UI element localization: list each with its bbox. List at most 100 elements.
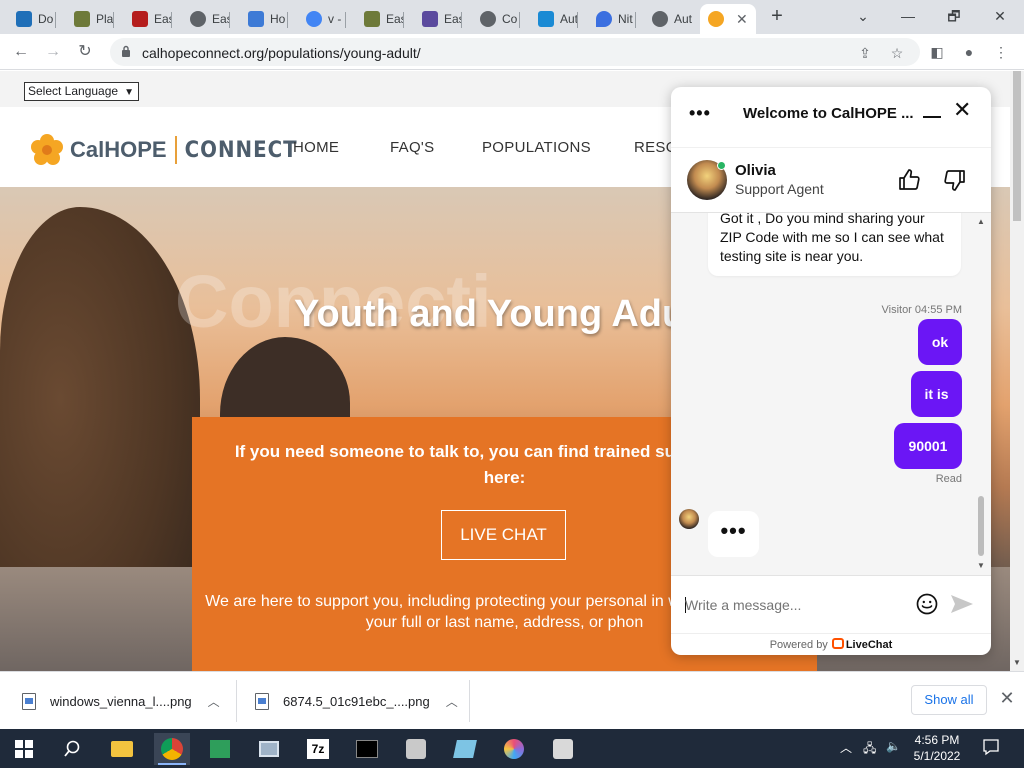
window-close-button[interactable]: ✕ xyxy=(980,4,1020,28)
app-icon[interactable] xyxy=(398,733,434,765)
flame-favicon-icon xyxy=(596,11,612,27)
calhope-logo[interactable]: CalHOPE CONNECT xyxy=(30,133,298,167)
visitor-timestamp: Visitor 04:55 PM xyxy=(881,304,962,316)
bookmark-star-icon[interactable]: ☆ xyxy=(888,44,906,62)
chat-more-options-icon[interactable]: ••• xyxy=(689,103,711,124)
search-icon[interactable] xyxy=(54,733,90,765)
app-icon[interactable] xyxy=(447,733,483,765)
browser-tab[interactable]: Aut xyxy=(530,4,578,34)
emoji-icon[interactable] xyxy=(915,592,939,616)
side-panel-icon[interactable]: ◧ xyxy=(928,43,946,61)
tab-favicon-icon xyxy=(364,11,380,27)
browser-tab[interactable]: Eas xyxy=(356,4,404,34)
reload-icon[interactable]: ↻ xyxy=(74,41,96,63)
download-bar: windows_vienna_l....png ︿ 6874.5_01c91eb… xyxy=(0,671,1024,729)
tab-close-icon[interactable]: ✕ xyxy=(736,11,748,28)
share-icon[interactable]: ⇪ xyxy=(856,44,874,62)
browser-tab[interactable]: Do xyxy=(8,4,56,34)
chat-scroll-down-icon[interactable]: ▼ xyxy=(977,561,985,570)
window-minimize-button[interactable]: — xyxy=(888,4,928,28)
browser-tab[interactable]: Aut xyxy=(644,4,692,34)
profile-avatar-icon[interactable]: ● xyxy=(960,43,978,61)
message-composer xyxy=(671,575,991,633)
menu-kebab-icon[interactable]: ⋮ xyxy=(992,43,1010,61)
browser-tab[interactable]: Eas xyxy=(182,4,230,34)
chevron-up-icon[interactable]: ︿ xyxy=(208,693,220,710)
browser-tab[interactable]: Pla xyxy=(66,4,114,34)
browser-tab-active[interactable]: ✕ xyxy=(700,4,756,34)
browser-tab[interactable]: Co xyxy=(472,4,520,34)
computer-icon[interactable] xyxy=(251,733,287,765)
app-icon[interactable] xyxy=(545,733,581,765)
7zip-icon[interactable]: 7z xyxy=(300,733,336,765)
tab-title: Ho xyxy=(270,12,286,26)
send-icon[interactable] xyxy=(949,592,975,616)
nav-home[interactable]: HOME xyxy=(293,139,339,156)
browser-tab[interactable]: Eas xyxy=(124,4,172,34)
show-hidden-icons-icon[interactable]: ︿ xyxy=(840,739,852,756)
livechat-logo-icon xyxy=(831,638,844,649)
tab-favicon-icon xyxy=(422,11,438,27)
chrome-icon[interactable] xyxy=(154,733,190,765)
chat-scrollbar-thumb[interactable] xyxy=(978,496,984,556)
scroll-down-arrow-icon[interactable]: ▼ xyxy=(1013,658,1021,667)
paint-icon[interactable] xyxy=(496,733,532,765)
forward-arrow-icon[interactable]: → xyxy=(42,41,64,63)
browser-tab[interactable]: v - xyxy=(298,4,346,34)
back-arrow-icon[interactable]: ← xyxy=(10,41,32,63)
notification-center-icon[interactable] xyxy=(982,738,1000,756)
nav-populations[interactable]: POPULATIONS xyxy=(482,139,591,156)
tab-favicon-icon xyxy=(16,11,32,27)
system-clock[interactable]: 4:56 PM 5/1/2022 xyxy=(906,732,968,764)
show-all-button[interactable]: Show all xyxy=(911,685,987,715)
thumbs-up-icon[interactable] xyxy=(897,168,921,192)
page-scrollbar-thumb[interactable] xyxy=(1013,71,1021,221)
terminal-icon[interactable] xyxy=(349,733,385,765)
window-restore-button[interactable]: 🗗 xyxy=(934,4,974,28)
download-bar-close-icon[interactable]: ✕ xyxy=(998,689,1016,707)
tab-title: Eas xyxy=(212,12,230,26)
tab-title: Nit xyxy=(618,12,633,26)
tab-title: Aut xyxy=(674,12,692,26)
windows-start-icon[interactable] xyxy=(6,733,42,765)
volume-icon[interactable]: 🔈 xyxy=(886,739,901,753)
network-icon[interactable]: 🖧 xyxy=(863,739,876,760)
agent-info: Olivia Support Agent xyxy=(671,147,991,213)
download-item[interactable]: 6874.5_01c91ebc_....png ︿ xyxy=(255,680,458,722)
tab-title: Aut xyxy=(560,12,578,26)
browser-tab[interactable]: Ho xyxy=(240,4,288,34)
download-item[interactable]: windows_vienna_l....png ︿ xyxy=(22,680,220,722)
live-chat-button[interactable]: LIVE CHAT xyxy=(441,510,566,560)
browser-tab[interactable]: Nit xyxy=(588,4,636,34)
nav-faqs[interactable]: FAQ'S xyxy=(390,139,434,156)
chat-close-icon[interactable]: ✕ xyxy=(953,99,971,121)
language-select[interactable]: Select Language ▼ xyxy=(24,82,139,101)
chat-scrollbar[interactable]: ▲ ▼ xyxy=(976,213,986,575)
agent-message-bubble: Got it , Do you mind sharing your ZIP Co… xyxy=(708,213,961,276)
chat-scroll-up-icon[interactable]: ▲ xyxy=(977,217,985,226)
app-icon[interactable] xyxy=(202,733,238,765)
tab-favicon-icon xyxy=(132,11,148,27)
tab-title: Co xyxy=(502,12,518,26)
lock-icon xyxy=(122,45,130,57)
powered-by-footer[interactable]: Powered by LiveChat xyxy=(671,633,991,655)
clock-time: 4:56 PM xyxy=(914,733,960,747)
address-bar[interactable]: calhopeconnect.org/populations/young-adu… xyxy=(110,38,920,66)
tab-favicon-icon xyxy=(74,11,90,27)
page-scrollbar[interactable]: ▼ xyxy=(1010,71,1024,671)
tab-favicon-icon xyxy=(480,11,496,27)
windows-taskbar: 7z ︿ 🖧 🔈 4:56 PM 5/1/2022 xyxy=(0,729,1024,768)
chat-minimize-icon[interactable] xyxy=(923,102,941,120)
powered-by-text: Powered by xyxy=(769,639,828,651)
chevron-up-icon[interactable]: ︿ xyxy=(446,693,458,710)
new-tab-button[interactable]: + xyxy=(766,6,788,28)
tab-favicon-icon xyxy=(652,11,668,27)
language-select-value: Select Language xyxy=(28,84,119,98)
divider xyxy=(469,680,470,722)
message-input[interactable] xyxy=(685,594,905,616)
thumbs-down-icon[interactable] xyxy=(943,168,967,192)
browser-tab[interactable]: Eas xyxy=(414,4,462,34)
logo-divider xyxy=(174,136,177,164)
tab-search-button[interactable]: ⌄ xyxy=(843,4,883,28)
file-explorer-icon[interactable] xyxy=(104,733,140,765)
